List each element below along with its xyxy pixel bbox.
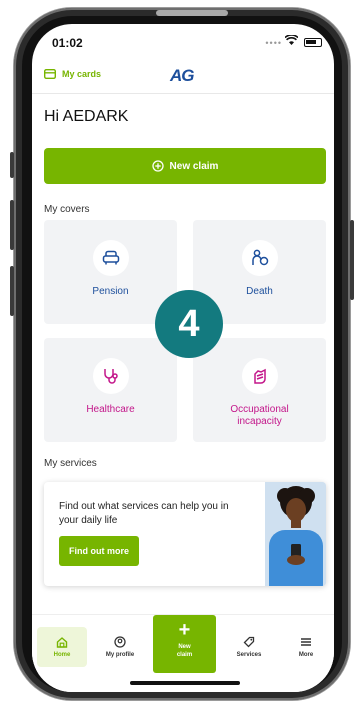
couch-icon — [102, 250, 119, 265]
cover-card-occupational-incapacity[interactable]: Occupational incapacity — [193, 338, 326, 442]
stethoscope-icon — [103, 369, 118, 384]
menu-icon — [301, 638, 311, 646]
phone-speaker — [156, 10, 228, 16]
logo-text: AG — [170, 66, 194, 85]
cover-label-occupational-incapacity: Occupational incapacity — [230, 404, 289, 427]
covers-title: My covers — [44, 204, 90, 215]
home-indicator — [130, 681, 240, 685]
tag-icon — [243, 636, 255, 648]
services-title: My services — [44, 458, 97, 469]
new-claim-label: New claim — [169, 160, 219, 172]
card-icon — [44, 69, 56, 79]
bandaged-hand-icon — [253, 368, 266, 384]
services-card: Find out what services can help you in y… — [44, 482, 326, 586]
nav-services-label: Services — [236, 652, 262, 658]
profile-icon — [114, 636, 126, 648]
phone-side-button — [10, 152, 14, 178]
plus-circle-icon — [151, 160, 164, 172]
app-screen: 01:02 •••• My cards AG Hi AEDARK New cla… — [32, 24, 334, 692]
status-bar: 01:02 •••• — [32, 24, 334, 60]
nav-new-claim-label-2: claim — [176, 652, 193, 658]
wifi-icon — [285, 35, 298, 45]
battery-icon — [304, 38, 322, 47]
nav-profile-label: My profile — [105, 652, 135, 658]
my-cards-label: My cards — [62, 69, 102, 79]
my-cards-link[interactable]: My cards — [44, 69, 101, 79]
cover-label-pension: Pension — [92, 286, 129, 297]
nav-home-label: Home — [53, 652, 71, 658]
step-number-badge: 4 — [155, 290, 223, 358]
app-header: My cards AG — [32, 60, 334, 94]
cover-icon-circle — [241, 240, 278, 276]
cover-card-pension[interactable]: Pension — [44, 220, 177, 324]
people-icon — [251, 249, 268, 266]
woman-with-phone-photo — [265, 482, 326, 586]
new-claim-button[interactable]: New claim — [44, 148, 326, 184]
nav-more-label: More — [298, 652, 314, 658]
greeting: Hi AEDARK — [44, 108, 129, 125]
nav-more[interactable]: More — [281, 627, 331, 667]
nav-services[interactable]: Services — [224, 627, 274, 667]
cover-icon-circle — [241, 358, 278, 394]
plus-icon: + — [178, 619, 191, 641]
signal-icon: •••• — [265, 38, 282, 48]
nav-home[interactable]: Home — [37, 627, 87, 667]
cover-label-healthcare: Healthcare — [86, 404, 135, 415]
phone-side-button — [10, 200, 14, 250]
nav-my-profile[interactable]: My profile — [95, 627, 145, 667]
phone-side-button — [10, 266, 14, 316]
nav-new-claim-label-1: New — [178, 644, 191, 650]
bottom-navigation: Home My profile + New claim Services Mor… — [32, 614, 334, 692]
cover-card-healthcare[interactable]: Healthcare — [44, 338, 177, 442]
phone-power-button — [350, 220, 354, 300]
services-text: Find out what services can help you in y… — [59, 501, 229, 526]
find-out-more-button[interactable]: Find out more — [59, 536, 139, 566]
nav-new-claim-button[interactable]: + New claim — [153, 615, 216, 673]
status-time: 01:02 — [52, 36, 83, 50]
ag-logo: AG — [170, 66, 194, 86]
cover-icon-circle — [92, 358, 129, 394]
cover-icon-circle — [92, 240, 129, 276]
cover-label-death: Death — [246, 286, 273, 297]
home-icon — [56, 637, 68, 648]
